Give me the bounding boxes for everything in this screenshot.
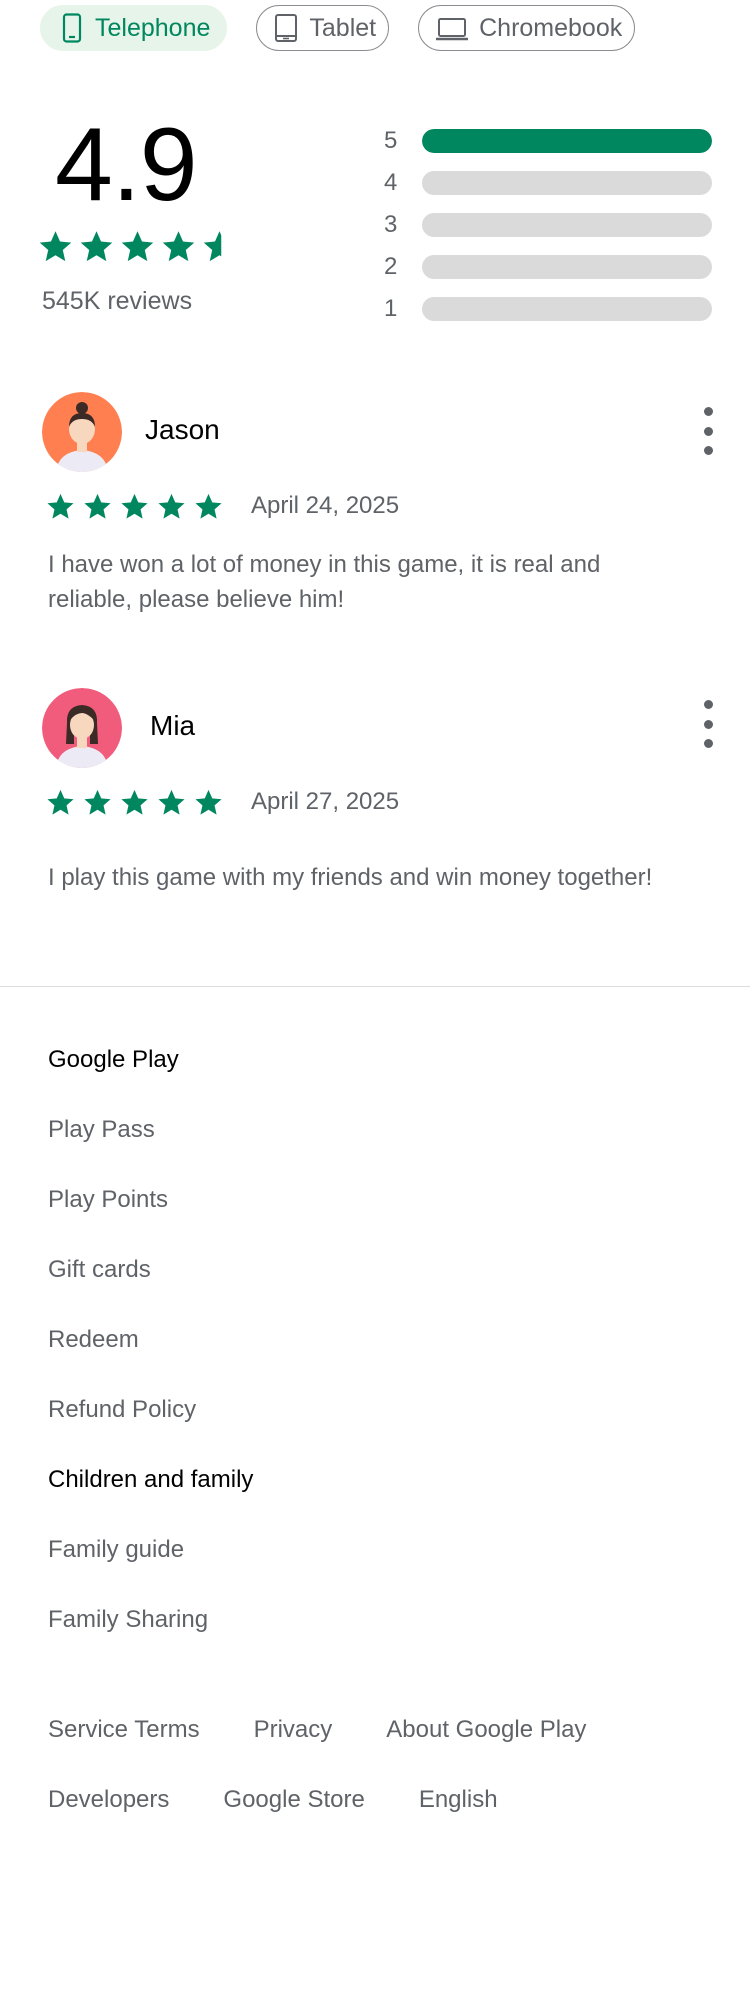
review-text: I play this game with my friends and win… (48, 864, 653, 891)
star-icon (84, 789, 111, 815)
footer-link-play-pass[interactable]: Play Pass (48, 1115, 253, 1185)
rating-bar-label: 1 (384, 295, 398, 322)
star-icon (84, 493, 111, 519)
rating-summary: 4.9 545K reviews 5 4 3 2 1 (0, 105, 750, 325)
footer-links: Google Play Play Pass Play Points Gift c… (48, 1045, 253, 1675)
review-stars (46, 788, 223, 817)
star-icon (121, 231, 154, 262)
device-filter-chips: Telephone Tablet Chromebook (40, 5, 636, 51)
legal-links: Service Terms Privacy About Google Play … (48, 1715, 586, 1855)
chip-telephone[interactable]: Telephone (40, 5, 228, 51)
star-icon (39, 231, 72, 262)
reviewer-name: Mia (150, 710, 196, 741)
divider (0, 986, 750, 987)
review-date: April 24, 2025 (251, 492, 400, 519)
review-text: I have won a lot of money in this game, … (48, 551, 601, 613)
language-selector[interactable]: English (419, 1785, 498, 1855)
rating-bar-track (422, 129, 712, 153)
rating-bar-label: 5 (384, 127, 398, 154)
star-icon (162, 231, 195, 262)
rating-bar-4: 4 (384, 162, 714, 204)
phone-icon (59, 13, 85, 43)
rating-bar-track (422, 213, 712, 237)
footer-link-redeem[interactable]: Redeem (48, 1325, 253, 1395)
tablet-icon (273, 13, 299, 43)
rating-bar-track (422, 297, 712, 321)
more-options-icon[interactable] (700, 407, 716, 455)
link-privacy[interactable]: Privacy (254, 1715, 333, 1785)
rating-bar-3: 3 (384, 204, 714, 246)
rating-distribution: 5 4 3 2 1 (384, 120, 714, 330)
link-developers[interactable]: Developers (48, 1785, 169, 1855)
avatar (42, 392, 122, 472)
chip-tablet[interactable]: Tablet (256, 5, 390, 51)
star-icon (121, 493, 148, 519)
rating-bar-label: 4 (384, 169, 398, 196)
legal-row: Service Terms Privacy About Google Play (48, 1715, 586, 1785)
chip-chromebook[interactable]: Chromebook (418, 5, 636, 51)
link-service-terms[interactable]: Service Terms (48, 1715, 200, 1785)
review-count: 545K reviews (42, 287, 193, 315)
more-options-icon[interactable] (700, 700, 716, 748)
star-icon (47, 789, 74, 815)
footer-link-refund-policy[interactable]: Refund Policy (48, 1395, 253, 1465)
link-about-google-play[interactable]: About Google Play (386, 1715, 586, 1785)
footer-heading-google-play: Google Play (48, 1046, 179, 1073)
rating-bar-fill (422, 129, 712, 153)
average-rating-stars (38, 229, 237, 264)
star-icon (121, 789, 148, 815)
rating-bar-1: 1 (384, 288, 714, 330)
star-icon (158, 493, 185, 519)
star-icon (203, 231, 222, 262)
rating-bar-2: 2 (384, 246, 714, 288)
laptop-icon (435, 13, 469, 43)
star-icon (80, 231, 113, 262)
rating-bar-track (422, 255, 712, 279)
average-rating: 4.9 (55, 107, 198, 223)
footer-link-play-points[interactable]: Play Points (48, 1185, 253, 1255)
footer-link-gift-cards[interactable]: Gift cards (48, 1255, 253, 1325)
reviewer-name: Jason (145, 414, 220, 445)
footer-link-family-sharing[interactable]: Family Sharing (48, 1605, 253, 1675)
star-icon (47, 493, 74, 519)
avatar (42, 688, 122, 768)
legal-row: Developers Google Store English (48, 1785, 586, 1855)
review-stars (46, 492, 223, 521)
chip-label: Telephone (95, 13, 211, 42)
star-icon (195, 789, 222, 815)
rating-bar-track (422, 171, 712, 195)
rating-bar-label: 3 (384, 211, 398, 238)
chip-label: Tablet (309, 13, 377, 42)
star-icon (195, 493, 222, 519)
footer-heading-children-family: Children and family (48, 1466, 254, 1493)
chip-label: Chromebook (479, 13, 623, 42)
rating-bar-label: 2 (384, 253, 398, 280)
star-icon (158, 789, 185, 815)
rating-bar-5: 5 (384, 120, 714, 162)
link-google-store[interactable]: Google Store (223, 1785, 364, 1855)
footer-link-family-guide[interactable]: Family guide (48, 1535, 253, 1605)
review-date: April 27, 2025 (251, 788, 400, 815)
